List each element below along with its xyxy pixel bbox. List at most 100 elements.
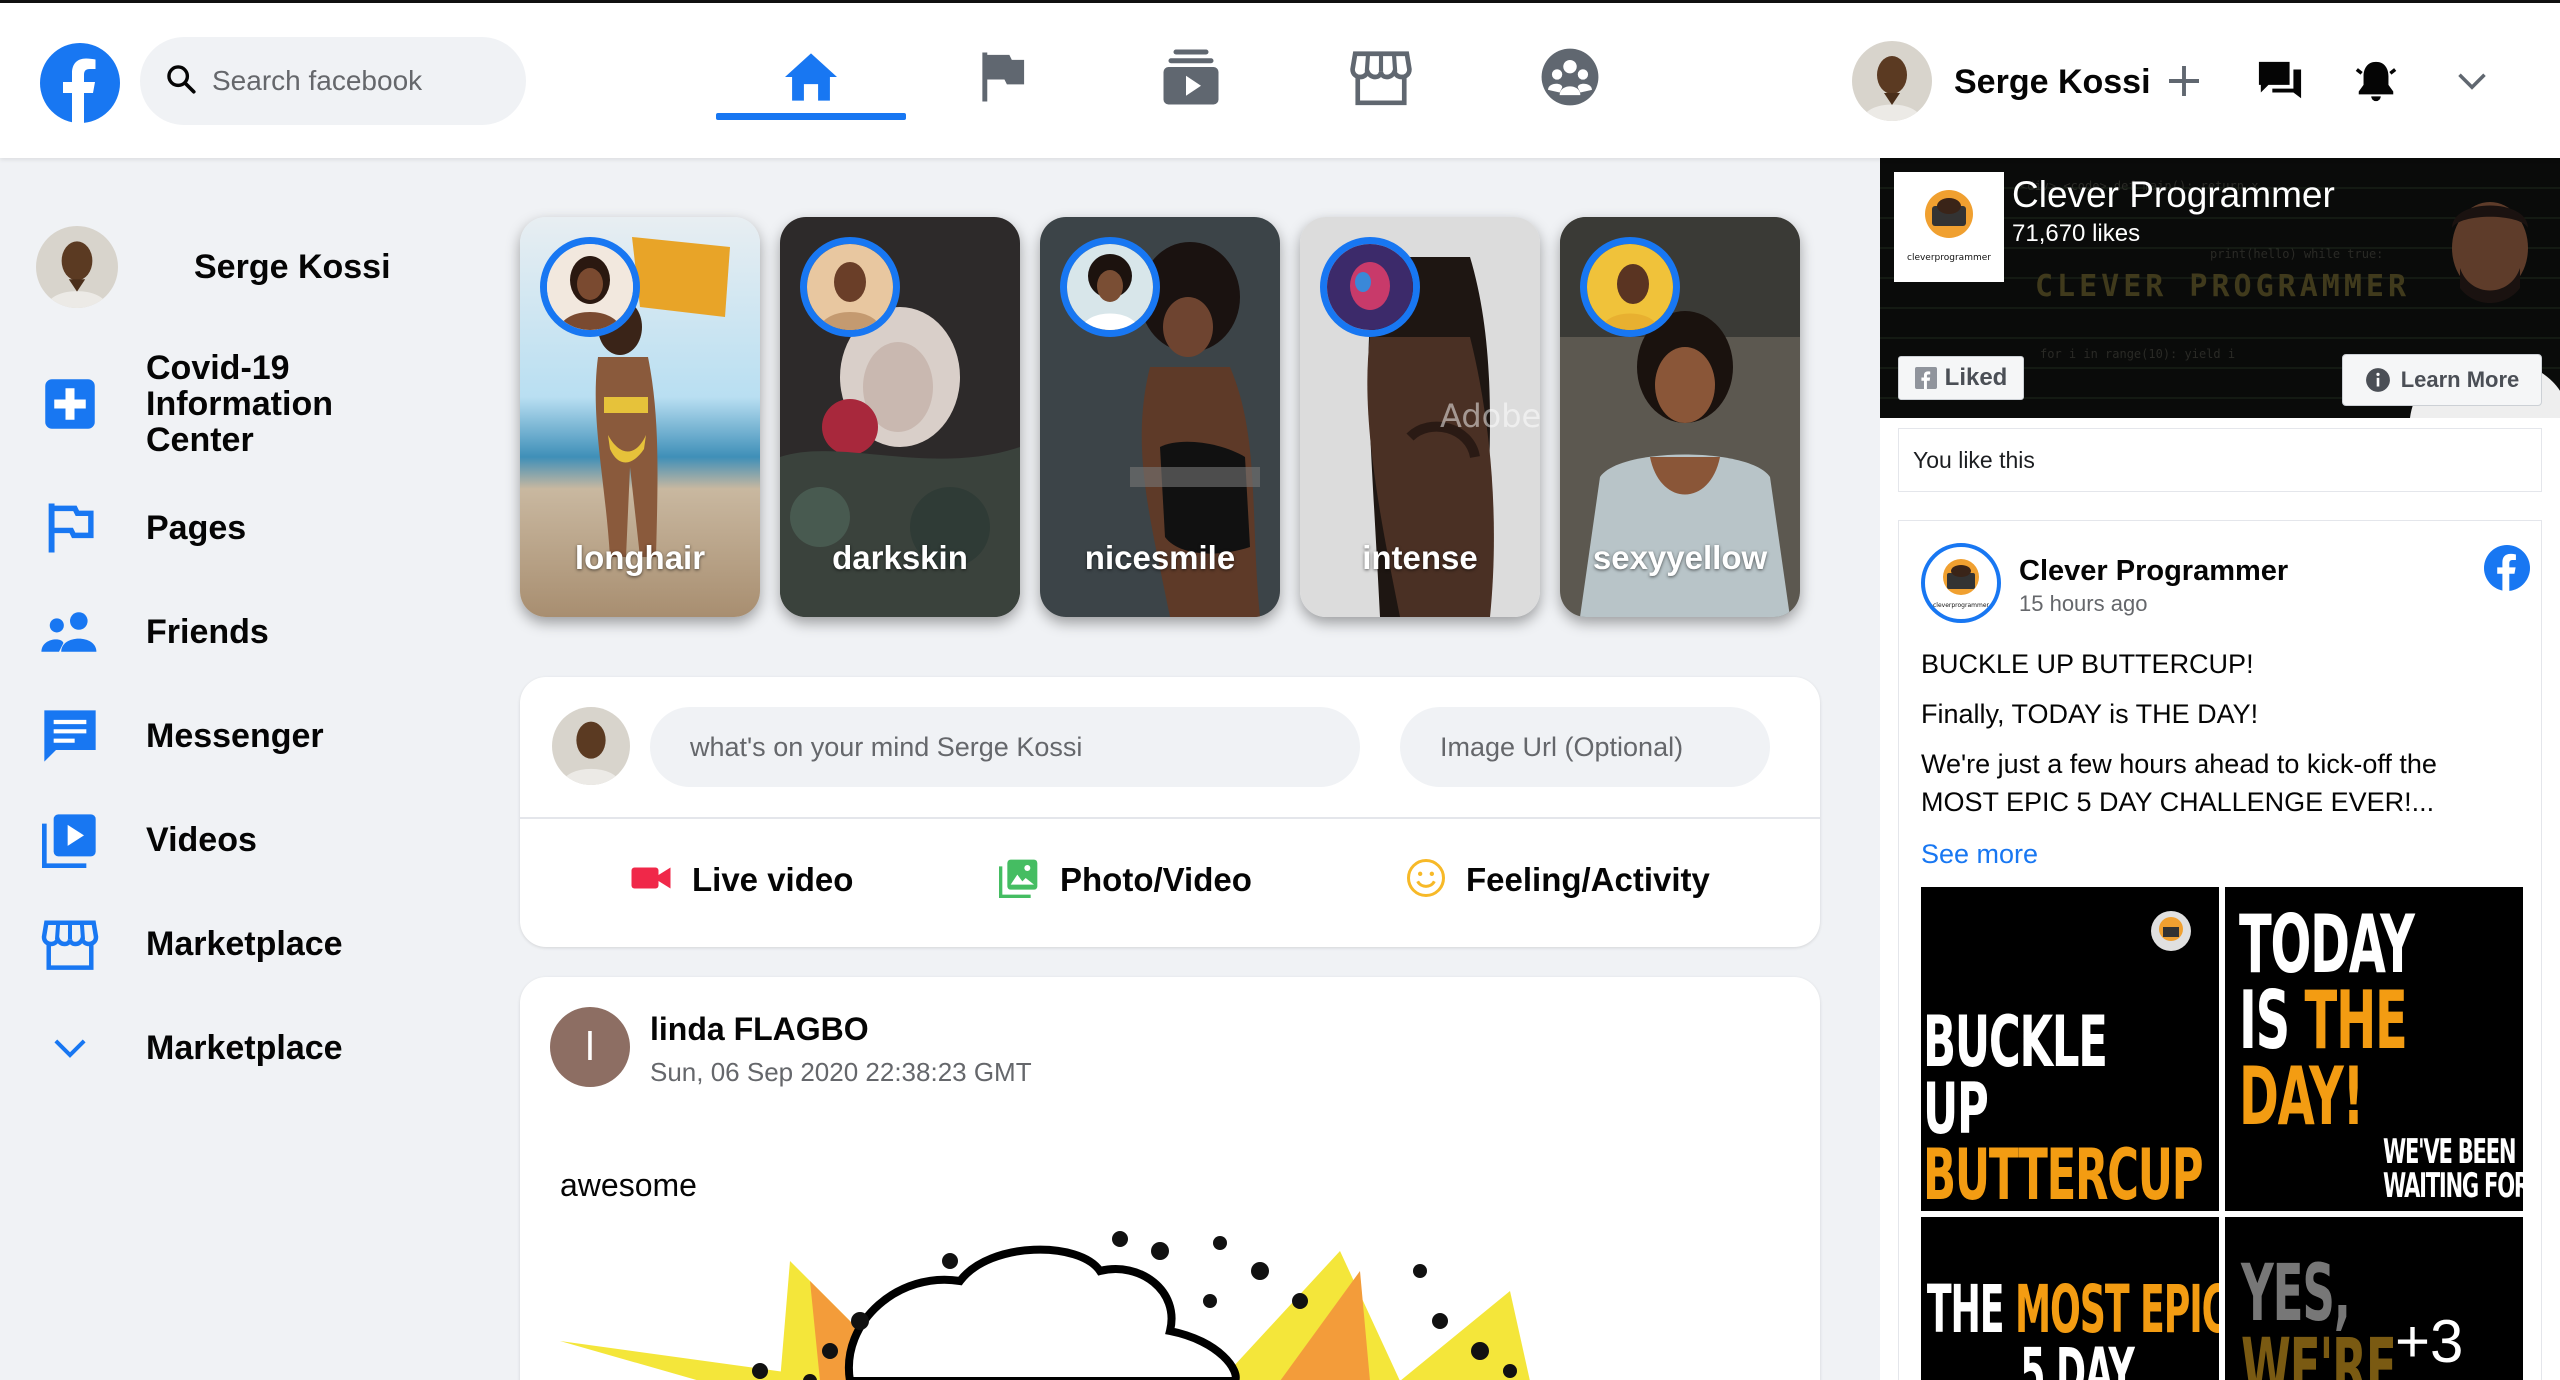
- sidebar-item-label: Covid-19 Information Center: [146, 349, 333, 459]
- image-url-input[interactable]: [1400, 707, 1770, 787]
- messenger-chat-icon[interactable]: [2252, 53, 2308, 109]
- post-author-avatar[interactable]: l: [550, 1007, 630, 1087]
- tile-text: BUTTERCUP: [1923, 1134, 2204, 1211]
- story-card[interactable]: longhair: [520, 217, 760, 617]
- tile-text: BUCKLE: [1923, 1001, 2108, 1083]
- cover-title-text: CLEVER PROGRAMMER: [2035, 269, 2410, 304]
- post-text: awesome: [560, 1167, 697, 1203]
- sidebar-item-label: Friends: [146, 613, 269, 651]
- tile-text: DAY!: [2239, 1050, 2364, 1143]
- plus-icon[interactable]: [2156, 53, 2212, 109]
- page-name[interactable]: Clever Programmer: [2012, 174, 2335, 216]
- video-library-icon: [36, 806, 104, 874]
- chevron-down-icon[interactable]: [2444, 53, 2500, 109]
- facebook-logo-icon[interactable]: [40, 43, 120, 123]
- flag-icon: [36, 494, 104, 562]
- page-plugin-panel: <div> <code> def main(): return x print(…: [1880, 158, 2560, 1380]
- feeling-activity-label: Feeling/Activity: [1466, 861, 1710, 898]
- post-timestamp: Sun, 06 Sep 2020 22:38:23 GMT: [650, 1057, 1032, 1087]
- story-card[interactable]: sexyyellow: [1560, 217, 1800, 617]
- composer-avatar: [552, 707, 630, 785]
- pages-flag-icon[interactable]: [966, 41, 1038, 113]
- page-post-author[interactable]: Clever Programmer: [2019, 555, 2288, 588]
- watch-icon[interactable]: [1155, 41, 1227, 113]
- feed-post: l linda FLAGBO Sun, 06 Sep 2020 22:38:23…: [520, 977, 1820, 1380]
- svg-text:Adobe Stock: Adobe Stock: [1440, 397, 1540, 435]
- facebook-icon[interactable]: [2484, 545, 2530, 591]
- page-post-text-line: MOST EPIC 5 DAY CHALLENGE EVER!...: [1921, 787, 2435, 817]
- search-bar[interactable]: [140, 37, 526, 125]
- svg-text:for i in range(10): yield i: for i in range(10): yield i: [2040, 347, 2235, 361]
- groups-icon[interactable]: [1534, 41, 1606, 113]
- sidebar-item-covid[interactable]: Covid-19 Information Center: [36, 350, 346, 458]
- story-name: nicesmile: [1084, 539, 1236, 576]
- home-icon[interactable]: [775, 41, 847, 113]
- page-post-text-line: We're just a few hours ahead to kick-off…: [1921, 749, 2437, 779]
- page-post-text-line: BUCKLE UP BUTTERCUP!: [1921, 649, 2254, 679]
- live-video-label: Live video: [692, 861, 854, 898]
- info-icon: [2365, 368, 2390, 392]
- sidebar-item-friends[interactable]: Friends: [36, 598, 269, 666]
- page-logo[interactable]: cleverprogrammer: [1894, 172, 2004, 282]
- post-image[interactable]: [520, 1231, 1820, 1380]
- page-cover-banner[interactable]: <div> <code> def main(): return x print(…: [1880, 158, 2560, 418]
- sidebar-item-label: Messenger: [146, 717, 324, 755]
- storefront-icon: [36, 910, 104, 978]
- post-message-input[interactable]: [650, 707, 1360, 787]
- post-image-tile[interactable]: TODAY IS THE DAY! WE'VE BEEN WAITING FOR: [2225, 887, 2523, 1211]
- post-image-tile[interactable]: BUCKLE UP BUTTERCUP: [1921, 887, 2219, 1211]
- story-card[interactable]: nicesmile: [1040, 217, 1280, 617]
- story-avatar: [1060, 237, 1160, 337]
- messenger-icon: [36, 702, 104, 770]
- story-name: sexyyellow: [1592, 539, 1768, 576]
- story-avatar: [1580, 237, 1680, 337]
- feeling-activity-button[interactable]: Feeling/Activity: [1406, 837, 1710, 923]
- sidebar-profile-avatar: [36, 226, 118, 308]
- tile-text: WE'VE BEEN: [2383, 1132, 2517, 1172]
- learn-more-button[interactable]: Learn More: [2342, 354, 2542, 406]
- page-post-avatar[interactable]: cleverprogrammer: [1921, 543, 2001, 623]
- story-avatar: [540, 237, 640, 337]
- sidebar-item-more[interactable]: Marketplace: [36, 1014, 343, 1082]
- active-tab-indicator: [716, 113, 906, 120]
- header-user-name[interactable]: Serge Kossi: [1954, 63, 2151, 102]
- top-navigation-bar: Serge Kossi: [0, 3, 2560, 158]
- bell-icon[interactable]: [2348, 53, 2404, 109]
- liked-label: Liked: [1944, 364, 2008, 391]
- photo-video-label: Photo/Video: [1060, 861, 1252, 898]
- post-image-tile[interactable]: THE MOST EPIC 5 DAY: [1921, 1217, 2219, 1380]
- post-image-tile[interactable]: YES, WE'RE +3: [2225, 1217, 2523, 1380]
- page-post: cleverprogrammer Clever Programmer 15 ho…: [1898, 520, 2542, 1380]
- header-profile-avatar[interactable]: [1852, 41, 1932, 121]
- sidebar-profile[interactable]: Serge Kossi: [36, 226, 391, 308]
- search-input[interactable]: [212, 65, 512, 97]
- chevron-down-icon: [36, 1014, 104, 1082]
- friends-icon: [36, 598, 104, 666]
- liked-button[interactable]: Liked: [1898, 356, 2024, 400]
- sidebar-item-marketplace[interactable]: Marketplace: [36, 910, 343, 978]
- sidebar-item-label: Marketplace: [146, 925, 343, 963]
- page-post-time[interactable]: 15 hours ago: [2019, 591, 2147, 617]
- live-video-button[interactable]: Live video: [630, 837, 853, 923]
- sidebar-profile-name: Serge Kossi: [194, 248, 391, 286]
- photo-icon: [998, 858, 1040, 903]
- tile-text: UP: [1923, 1067, 1989, 1150]
- sidebar-item-videos[interactable]: Videos: [36, 806, 257, 874]
- marketplace-icon[interactable]: [1345, 41, 1417, 113]
- cp-badge-icon: [2151, 911, 2191, 951]
- story-card[interactable]: Adobe Stock intense: [1300, 217, 1540, 617]
- page-likes-count: 71,670 likes: [2012, 220, 2141, 247]
- tile-text: THE MOST EPIC: [1926, 1271, 2219, 1348]
- see-more-link[interactable]: See more: [1921, 839, 2038, 870]
- sidebar-item-pages[interactable]: Pages: [36, 494, 246, 562]
- facebook-square-icon: [1914, 367, 1937, 389]
- post-composer: Live video Photo/Video Feeling/Activity: [520, 677, 1820, 947]
- tile-text: IS THE: [2239, 974, 2408, 1067]
- you-like-this: You like this: [1898, 428, 2542, 492]
- sidebar-item-messenger[interactable]: Messenger: [36, 702, 324, 770]
- story-avatar: [800, 237, 900, 337]
- svg-text:cleverprogrammer: cleverprogrammer: [1933, 602, 1990, 609]
- story-card[interactable]: darkskin: [780, 217, 1020, 617]
- photo-video-button[interactable]: Photo/Video: [998, 837, 1252, 923]
- post-author-name[interactable]: linda FLAGBO: [650, 1011, 869, 1048]
